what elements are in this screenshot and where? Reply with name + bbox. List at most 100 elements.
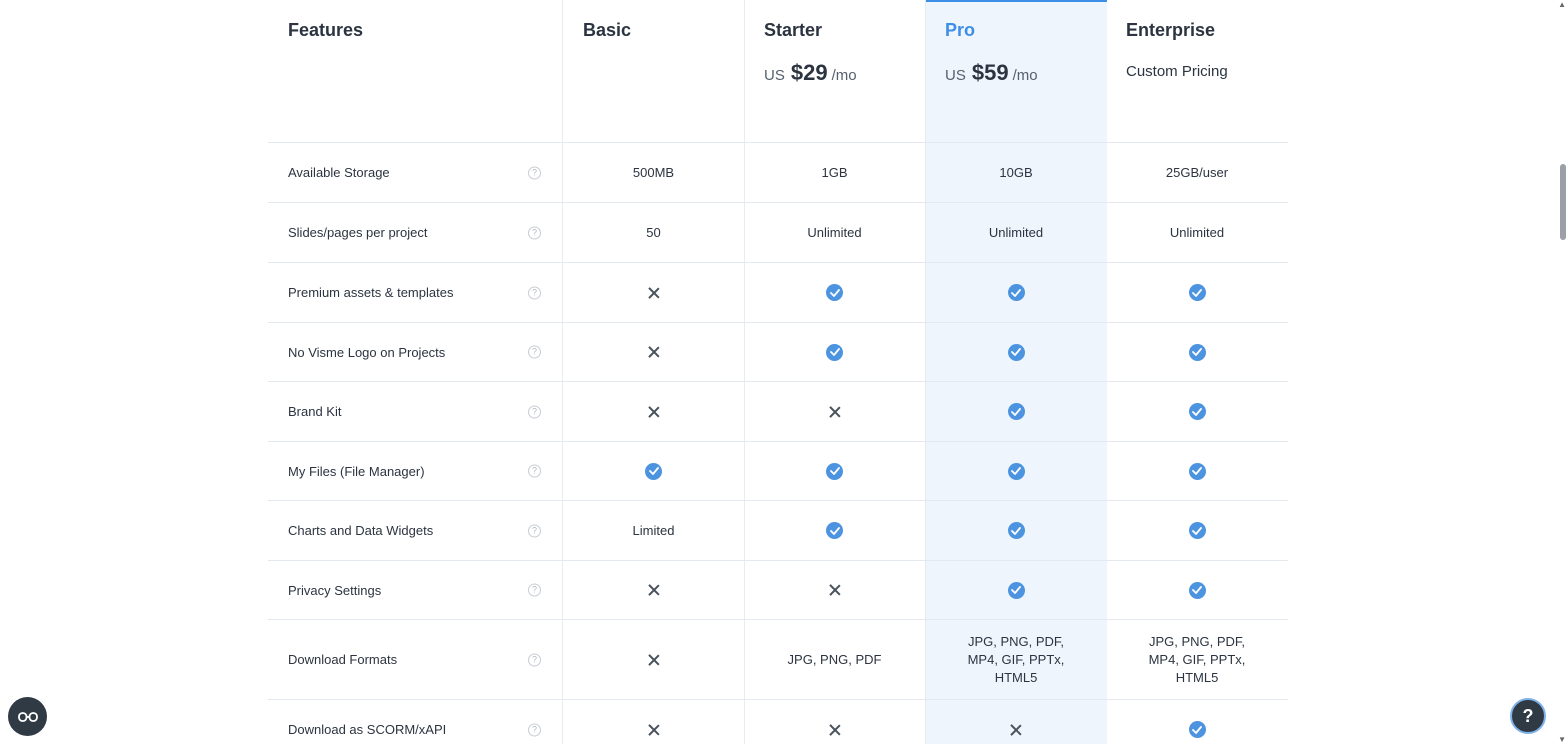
feature-value-cell <box>925 442 1107 500</box>
plan-name: Starter <box>764 20 823 40</box>
feature-value-cell: 1GB <box>744 143 925 202</box>
table-row: Privacy Settings? <box>268 561 1288 620</box>
plan-name: Basic <box>583 20 632 40</box>
table-row: No Visme Logo on Projects? <box>268 323 1288 382</box>
feature-value-cell: 25GB/user <box>1106 143 1288 202</box>
feature-value-cell: 50 <box>563 203 744 262</box>
question-circle-icon[interactable]: ? <box>528 723 541 736</box>
check-circle-icon <box>826 522 843 539</box>
feature-value-text: Unlimited <box>1169 224 1225 240</box>
features-title: Features <box>288 20 364 40</box>
feature-name: Charts and Data Widgets <box>288 523 434 538</box>
question-circle-icon[interactable]: ? <box>528 583 541 597</box>
question-circle-icon[interactable]: ? <box>528 524 541 537</box>
check-circle-icon <box>1188 462 1206 480</box>
table-header: Features Basic Starter US $29/mo Pro US $5… <box>268 0 1288 143</box>
plan-name: Enterprise <box>1126 20 1216 40</box>
feature-value-text: 1GB <box>821 164 848 180</box>
feature-name: Premium assets & templates <box>288 285 454 300</box>
check-circle-icon <box>1007 522 1025 539</box>
check-circle-icon <box>1188 343 1206 361</box>
feature-name: Slides/pages per project <box>288 225 428 240</box>
question-circle-icon[interactable]: ? <box>528 405 541 418</box>
check-circle-icon <box>1188 284 1206 301</box>
cross-icon <box>829 406 841 418</box>
feature-value-text: Unlimited <box>988 224 1044 240</box>
feature-name: Download as SCORM/xAPI <box>288 722 447 737</box>
feature-value-cell <box>744 263 925 322</box>
question-circle-icon[interactable]: ? <box>528 653 541 666</box>
table-row: Download Formats? JPG, PNG, PDF JPG, PNG, … <box>268 620 1288 700</box>
feature-name: Available Storage <box>288 165 390 180</box>
scrollbar-thumb[interactable] <box>1560 164 1566 240</box>
cross-icon <box>829 584 841 596</box>
table-row: Charts and Data Widgets? Limited <box>268 501 1288 561</box>
price-period: /mo <box>1012 67 1038 84</box>
help-button[interactable]: ? <box>1510 698 1546 734</box>
plan-header-pro: Pro US $59/mo <box>925 0 1107 142</box>
glasses-icon <box>17 711 38 722</box>
table-row: Download as SCORM/xAPI? <box>268 700 1288 744</box>
feature-value-cell <box>1106 382 1288 441</box>
feature-value-cell <box>744 382 925 441</box>
price-currency: US <box>764 67 785 84</box>
feature-value-cell <box>1106 700 1288 744</box>
feature-value-cell: JPG, PNG, PDF, MP4, GIF, PPTx, HTML5 <box>925 620 1107 699</box>
scroll-down-arrow-icon[interactable]: ▼ <box>1558 735 1566 744</box>
check-circle-icon <box>826 284 843 301</box>
feature-value-cell <box>1106 442 1288 500</box>
feature-value-cell <box>1106 263 1288 322</box>
plan-name: Pro <box>945 20 976 40</box>
check-circle-icon <box>1007 403 1025 420</box>
check-circle-icon <box>1188 403 1206 420</box>
cross-icon <box>1010 724 1022 736</box>
question-circle-icon[interactable]: ? <box>528 286 541 299</box>
scrollbar[interactable]: ▲ ▼ <box>1556 0 1568 744</box>
feature-value-cell: Unlimited <box>925 203 1107 262</box>
accessibility-button[interactable] <box>8 697 47 736</box>
cross-icon <box>648 406 660 418</box>
question-circle-icon[interactable]: ? <box>528 166 541 179</box>
question-circle-icon[interactable]: ? <box>528 226 541 239</box>
table-row: Available Storage? 500MB 1GB 10GB 25GB/user <box>268 143 1288 203</box>
feature-value-text: JPG, PNG, PDF <box>787 651 882 667</box>
cross-icon <box>648 346 660 358</box>
table-row: Premium assets & templates? <box>268 263 1288 323</box>
cross-icon <box>648 287 660 299</box>
feature-value-cell <box>925 501 1107 560</box>
feature-name: Download Formats <box>288 652 398 667</box>
check-circle-icon <box>1007 343 1025 361</box>
scroll-up-arrow-icon[interactable]: ▲ <box>1558 0 1566 9</box>
price-currency: US <box>945 67 966 84</box>
question-circle-icon[interactable]: ? <box>528 345 541 359</box>
feature-value-cell <box>925 263 1107 322</box>
table-row: Slides/pages per project? 50 Unlimited Unli… <box>268 203 1288 263</box>
cross-icon <box>648 654 660 666</box>
feature-value-cell: JPG, PNG, PDF, MP4, GIF, PPTx, HTML5 <box>1106 620 1288 699</box>
custom-pricing: Custom Pricing <box>1126 63 1228 80</box>
plan-header-basic: Basic <box>563 0 744 142</box>
feature-value-cell <box>1106 501 1288 560</box>
features-header: Features <box>268 0 562 142</box>
feature-value-cell <box>744 442 925 500</box>
feature-value-cell <box>563 323 744 381</box>
feature-value-cell <box>925 561 1107 619</box>
check-circle-icon <box>1188 522 1206 539</box>
cross-icon <box>648 724 660 736</box>
feature-name: No Visme Logo on Projects <box>288 344 446 360</box>
price-amount: $59 <box>971 60 1009 85</box>
feature-name: Brand Kit <box>288 404 342 419</box>
feature-value-text: JPG, PNG, PDF, MP4, GIF, PPTx, HTML5 <box>1148 633 1246 685</box>
question-circle-icon[interactable]: ? <box>528 464 541 478</box>
feature-value-text: 10GB <box>999 164 1033 180</box>
feature-value-cell <box>563 620 744 699</box>
pricing-comparison-table: Features Basic Starter US $29/mo Pro US $5… <box>268 0 1288 744</box>
cross-icon <box>829 724 841 736</box>
price-period: /mo <box>831 67 857 84</box>
feature-value-cell: JPG, PNG, PDF <box>744 620 925 699</box>
feature-value-cell <box>925 323 1107 381</box>
plan-header-enterprise: Enterprise Custom Pricing <box>1106 0 1288 142</box>
feature-value-text: 50 <box>646 224 661 240</box>
check-circle-icon <box>1007 462 1025 480</box>
check-circle-icon <box>1007 284 1025 301</box>
